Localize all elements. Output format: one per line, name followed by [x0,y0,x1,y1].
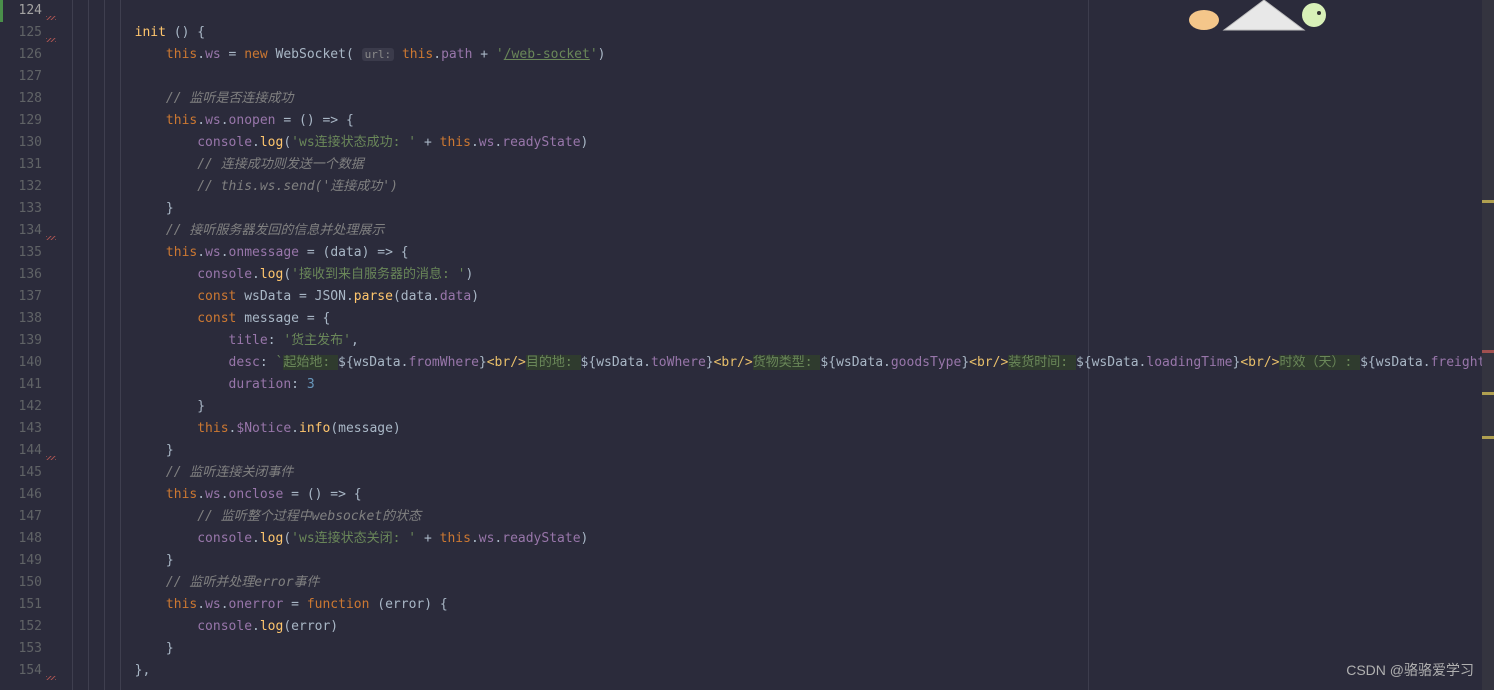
code-line[interactable] [60,66,1494,88]
code-line[interactable]: const message = { [60,308,1494,330]
line-number[interactable]: 151 [0,594,60,616]
line-number[interactable]: 149 [0,550,60,572]
code-line[interactable]: console.log('ws连接状态关闭: ' + this.ws.ready… [60,528,1494,550]
code-line[interactable]: // 连接成功则发送一个数据 [60,154,1494,176]
code-line[interactable]: // 接听服务器发回的信息并处理展示 [60,220,1494,242]
code-line[interactable]: this.ws = new WebSocket( url: this.path … [60,44,1494,66]
line-number[interactable]: 128 [0,88,60,110]
code-line[interactable]: console.log(error) [60,616,1494,638]
code-line[interactable]: } [60,396,1494,418]
code-line[interactable]: // this.ws.send('连接成功') [60,176,1494,198]
code-line[interactable]: // 监听整个过程中websocket的状态 [60,506,1494,528]
line-number-gutter[interactable]: 1241251261271281291301311321331341351361… [0,0,60,690]
code-line[interactable]: this.ws.onopen = () => { [60,110,1494,132]
line-number[interactable]: 143 [0,418,60,440]
line-number[interactable]: 154 [0,660,60,682]
line-number[interactable]: 127 [0,66,60,88]
line-number[interactable]: 138 [0,308,60,330]
mascot-decoration [1174,0,1354,35]
line-number[interactable]: 124 [0,0,60,22]
line-number[interactable]: 152 [0,616,60,638]
code-line[interactable]: title: '货主发布', [60,330,1494,352]
line-number[interactable]: 139 [0,330,60,352]
line-number[interactable]: 135 [0,242,60,264]
code-line[interactable]: // 监听连接关闭事件 [60,462,1494,484]
code-line[interactable]: this.ws.onerror = function (error) { [60,594,1494,616]
watermark-text: CSDN @骆骆爱学习 [1346,660,1474,680]
code-line[interactable]: this.ws.onmessage = (data) => { [60,242,1494,264]
line-number[interactable]: 147 [0,506,60,528]
code-editor[interactable]: 1241251261271281291301311321331341351361… [0,0,1494,690]
line-number[interactable]: 148 [0,528,60,550]
code-line[interactable]: this.$Notice.info(message) [60,418,1494,440]
line-number[interactable]: 145 [0,462,60,484]
scroll-marker-warning[interactable] [1482,392,1494,395]
line-number[interactable]: 133 [0,198,60,220]
scroll-marker-warning[interactable] [1482,200,1494,203]
code-line[interactable]: // 监听并处理error事件 [60,572,1494,594]
line-number[interactable]: 140 [0,352,60,374]
code-content[interactable]: init () { this.ws = new WebSocket( url: … [60,0,1494,690]
line-number[interactable]: 134 [0,220,60,242]
line-number[interactable]: 146 [0,484,60,506]
code-line[interactable]: } [60,440,1494,462]
line-number[interactable]: 131 [0,154,60,176]
line-number[interactable]: 150 [0,572,60,594]
code-line[interactable]: } [60,638,1494,660]
code-line[interactable]: duration: 3 [60,374,1494,396]
code-line[interactable]: const wsData = JSON.parse(data.data) [60,286,1494,308]
line-number[interactable]: 137 [0,286,60,308]
line-number[interactable]: 144 [0,440,60,462]
line-number[interactable]: 153 [0,638,60,660]
code-line[interactable]: } [60,550,1494,572]
line-number[interactable]: 125 [0,22,60,44]
line-number[interactable]: 130 [0,132,60,154]
code-line[interactable]: }, [60,660,1494,682]
line-number[interactable]: 141 [0,374,60,396]
scrollbar-vertical[interactable] [1482,0,1494,690]
line-number[interactable]: 136 [0,264,60,286]
code-line[interactable]: console.log('接收到来自服务器的消息: ') [60,264,1494,286]
scroll-marker-error[interactable] [1482,350,1494,353]
code-line[interactable]: this.ws.onclose = () => { [60,484,1494,506]
line-number[interactable]: 142 [0,396,60,418]
line-number[interactable]: 126 [0,44,60,66]
line-number[interactable]: 132 [0,176,60,198]
scroll-marker-warning[interactable] [1482,436,1494,439]
code-line[interactable]: } [60,198,1494,220]
code-line[interactable]: console.log('ws连接状态成功: ' + this.ws.ready… [60,132,1494,154]
code-line[interactable]: desc: `起始地: ${wsData.fromWhere}<br/>目的地:… [60,352,1494,374]
line-number[interactable]: 129 [0,110,60,132]
code-line[interactable]: // 监听是否连接成功 [60,88,1494,110]
